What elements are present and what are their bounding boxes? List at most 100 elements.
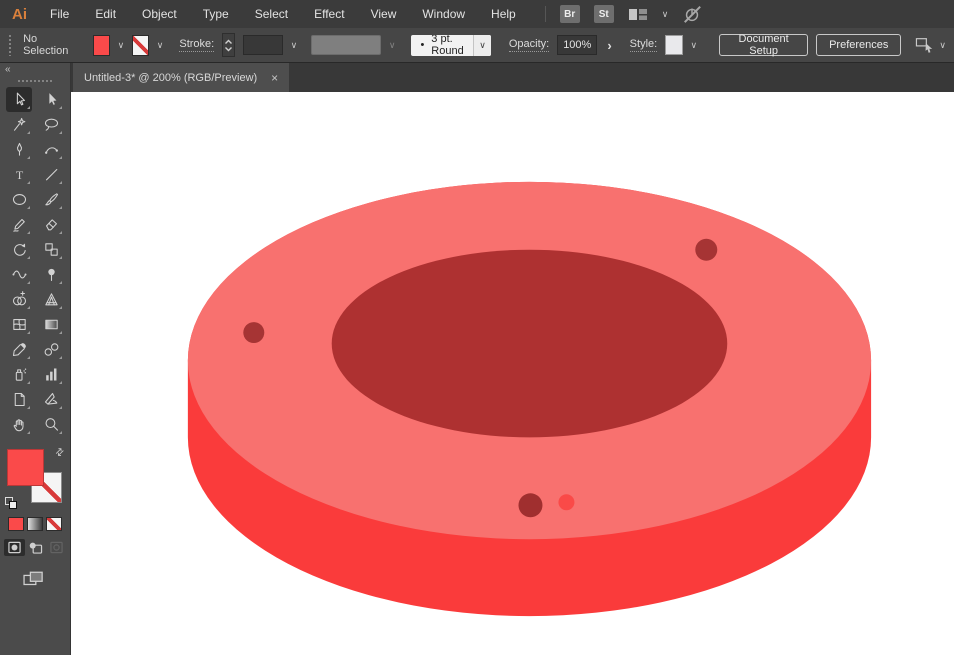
draw-inside-button[interactable] — [46, 539, 67, 556]
panel-grip[interactable] — [8, 34, 11, 56]
document-setup-button[interactable]: Document Setup — [719, 34, 808, 56]
workspace-switcher-icon[interactable] — [628, 7, 648, 22]
opacity-menu-arrow[interactable]: › — [605, 38, 613, 53]
opacity-label[interactable]: Opacity: — [509, 38, 549, 52]
tool-direct-selection[interactable] — [38, 87, 64, 112]
menu-type[interactable]: Type — [190, 0, 242, 28]
tool-pen[interactable] — [6, 137, 32, 162]
stroke-weight-field[interactable] — [243, 35, 283, 55]
stock-button[interactable]: St — [594, 5, 614, 23]
brush-dot-icon: • — [420, 39, 424, 51]
tool-gradient[interactable] — [38, 312, 64, 337]
perspective-grid-icon — [43, 291, 60, 308]
document-area: Untitled-3* @ 200% (RGB/Preview) × — [71, 63, 954, 655]
tool-lasso[interactable] — [38, 112, 64, 137]
blend-icon — [43, 341, 60, 358]
tool-eyedropper[interactable] — [6, 337, 32, 362]
tool-paintbrush[interactable] — [38, 187, 64, 212]
disc-dot-2[interactable] — [695, 239, 717, 261]
screen-mode-button[interactable] — [22, 570, 48, 589]
gradient-icon — [43, 316, 60, 333]
menu-window[interactable]: Window — [409, 0, 478, 28]
tool-perspective-grid[interactable] — [38, 287, 64, 312]
document-tab[interactable]: Untitled-3* @ 200% (RGB/Preview) × — [73, 63, 289, 92]
tool-eraser[interactable] — [38, 212, 64, 237]
draw-normal-button[interactable] — [4, 539, 25, 556]
mesh-icon — [11, 316, 28, 333]
stroke-weight-chevron-icon[interactable]: ∨ — [291, 41, 298, 50]
menu-edit[interactable]: Edit — [82, 0, 129, 28]
gpu-performance-icon[interactable] — [682, 4, 702, 24]
tool-column-graph[interactable] — [38, 362, 64, 387]
menu-effect[interactable]: Effect — [301, 0, 357, 28]
tool-line-segment[interactable] — [38, 162, 64, 187]
draw-behind-button[interactable] — [25, 539, 46, 556]
tool-zoom[interactable] — [38, 412, 64, 437]
swap-fill-stroke-icon[interactable]: ⇄ — [53, 446, 67, 460]
brush-chevron-icon[interactable]: ∨ — [473, 35, 491, 56]
style-swatch[interactable] — [665, 35, 682, 55]
menu-view[interactable]: View — [358, 0, 410, 28]
width-icon — [11, 266, 28, 283]
artwork[interactable] — [71, 92, 954, 655]
tool-selection[interactable] — [6, 87, 32, 112]
tool-ellipse[interactable] — [6, 187, 32, 212]
profile-chevron-icon: ∨ — [389, 41, 396, 50]
style-label[interactable]: Style: — [630, 38, 658, 52]
svg-text:T: T — [15, 168, 23, 182]
tool-scale[interactable] — [38, 237, 64, 262]
divider — [545, 6, 546, 22]
menu-object[interactable]: Object — [129, 0, 190, 28]
tool-slice[interactable] — [38, 387, 64, 412]
gradient-button[interactable] — [27, 517, 43, 531]
preferences-button[interactable]: Preferences — [816, 34, 901, 56]
tool-blend[interactable] — [38, 337, 64, 362]
tool-puppet-warp[interactable] — [38, 262, 64, 287]
tool-shape-builder[interactable] — [6, 287, 32, 312]
menu-help[interactable]: Help — [478, 0, 529, 28]
collapse-panel-button[interactable]: « — [0, 63, 70, 76]
disc-dot-1[interactable] — [243, 322, 264, 343]
fill-indicator[interactable] — [7, 449, 44, 486]
tool-hand[interactable] — [6, 412, 32, 437]
tool-mesh[interactable] — [6, 312, 32, 337]
chevron-down-icon[interactable]: ∨ — [662, 10, 669, 19]
scale-icon — [43, 241, 60, 258]
close-tab-icon[interactable]: × — [271, 72, 278, 84]
artboard-canvas[interactable] — [71, 92, 954, 655]
default-fill-stroke-icon[interactable] — [5, 497, 17, 509]
opacity-field[interactable]: 100% — [557, 35, 597, 55]
tool-curvature[interactable] — [38, 137, 64, 162]
stroke-color-swatch[interactable] — [132, 35, 149, 56]
menubar-right: Br St ∨ — [545, 4, 703, 24]
tool-symbol-sprayer[interactable] — [6, 362, 32, 387]
puppet-warp-icon — [43, 266, 60, 283]
disc-inner-ellipse[interactable] — [332, 250, 728, 438]
fill-chevron-icon[interactable]: ∨ — [118, 41, 125, 50]
stroke-chevron-icon[interactable]: ∨ — [157, 41, 164, 50]
isolate-selection-control[interactable]: ∨ — [915, 36, 946, 54]
tool-rotate[interactable] — [6, 237, 32, 262]
tool-artboard[interactable] — [6, 387, 32, 412]
artboard-icon — [11, 391, 28, 408]
color-button[interactable] — [8, 517, 24, 531]
zoom-icon — [43, 416, 60, 433]
stroke-label[interactable]: Stroke: — [179, 38, 214, 52]
brush-definition-dropdown[interactable]: • 3 pt. Round ∨ — [411, 35, 490, 56]
menu-select[interactable]: Select — [242, 0, 301, 28]
fill-color-swatch[interactable] — [93, 35, 110, 56]
tool-type[interactable]: T — [6, 162, 32, 187]
disc-dot-4[interactable] — [558, 494, 574, 510]
tool-magic-wand[interactable] — [6, 112, 32, 137]
disc-dot-3[interactable] — [518, 493, 542, 517]
tool-width[interactable] — [6, 262, 32, 287]
none-button[interactable] — [46, 517, 62, 531]
bridge-button[interactable]: Br — [560, 5, 580, 23]
panel-drag-grip[interactable] — [17, 79, 53, 83]
menu-file[interactable]: File — [37, 0, 82, 28]
tool-shaper[interactable] — [6, 212, 32, 237]
stroke-weight-stepper[interactable] — [222, 33, 235, 57]
select-similar-chevron-icon[interactable]: ∨ — [939, 41, 946, 50]
style-chevron-icon[interactable]: ∨ — [691, 41, 698, 50]
document-tab-bar: Untitled-3* @ 200% (RGB/Preview) × — [71, 63, 954, 92]
